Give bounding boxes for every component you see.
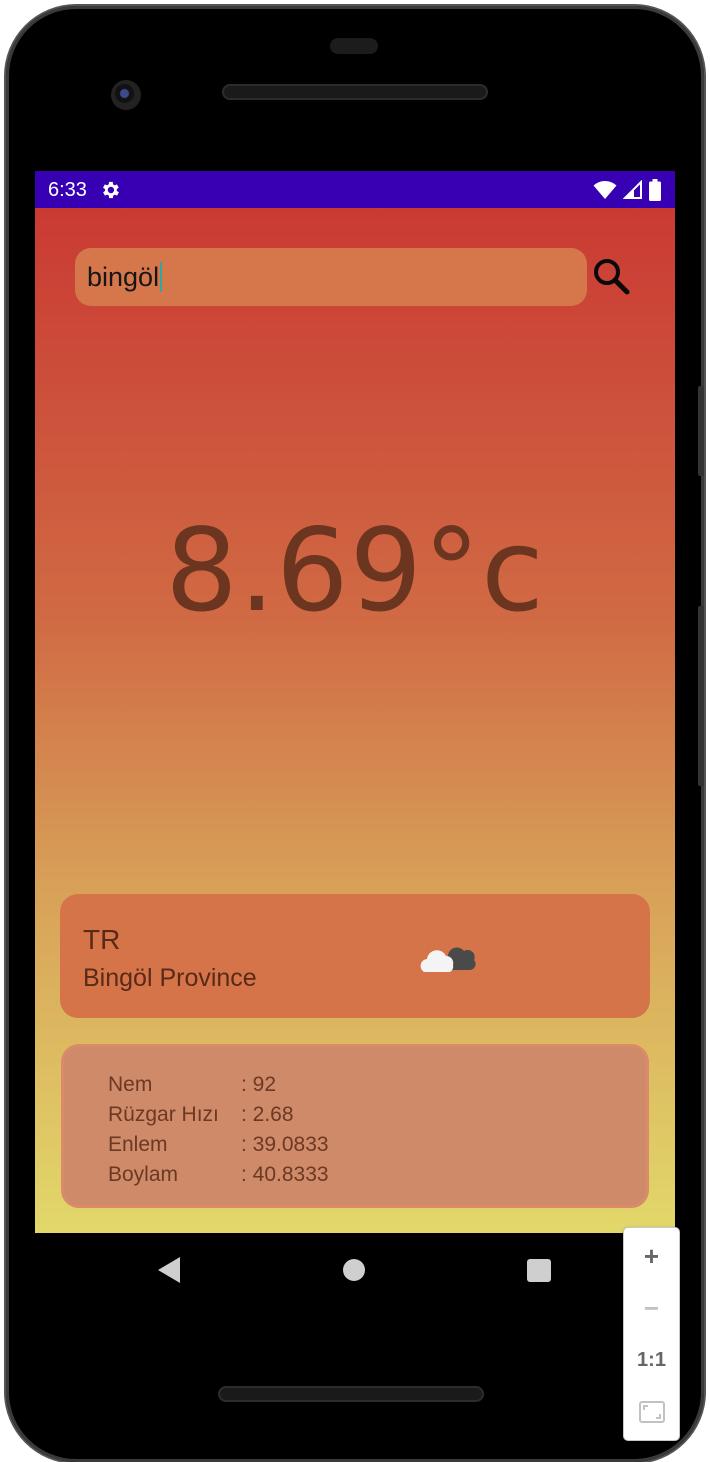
detail-value: : 40.8333 xyxy=(241,1163,329,1186)
province-name: Bingöl Province xyxy=(83,964,257,992)
power-button xyxy=(698,386,704,476)
gear-icon xyxy=(103,181,119,199)
status-time: 6:33 xyxy=(48,179,87,201)
fit-screen-icon xyxy=(638,1401,665,1423)
earpiece-speaker xyxy=(222,84,488,100)
cloud-icon xyxy=(420,947,476,972)
wifi-icon xyxy=(593,181,617,199)
temperature-display: 8.69°c xyxy=(165,504,545,637)
detail-value: : 2.68 xyxy=(241,1103,294,1126)
detail-value: : 92 xyxy=(241,1073,277,1096)
detail-value: : 39.0833 xyxy=(241,1133,329,1156)
bottom-speaker xyxy=(218,1386,484,1402)
weather-app: bingöl 8.69°c TR Bingöl Province Nem : 9… xyxy=(35,208,675,1233)
emulator-zoom-panel: + − 1:1 xyxy=(624,1228,679,1440)
detail-label: Boylam xyxy=(108,1163,179,1186)
front-camera xyxy=(111,80,141,110)
top-sensor xyxy=(330,38,378,54)
search-icon[interactable] xyxy=(591,256,631,296)
city-search-input[interactable]: bingöl xyxy=(75,248,587,306)
battery-icon xyxy=(649,179,661,201)
actual-size-button[interactable]: 1:1 xyxy=(624,1335,679,1385)
status-bar: 6:33 xyxy=(35,171,675,208)
search-input-value: bingöl xyxy=(87,261,160,292)
back-icon[interactable] xyxy=(156,1256,182,1284)
detail-label: Rüzgar Hızı xyxy=(108,1103,219,1126)
detail-label: Enlem xyxy=(108,1133,168,1156)
zoom-in-button[interactable]: + xyxy=(624,1231,679,1281)
fit-screen-button[interactable] xyxy=(624,1387,679,1437)
home-icon[interactable] xyxy=(343,1259,365,1281)
country-code: TR xyxy=(83,924,121,955)
location-card: TR Bingöl Province xyxy=(60,894,650,1018)
recents-icon[interactable] xyxy=(527,1259,551,1282)
volume-button xyxy=(698,606,704,786)
details-card: Nem : 92 Rüzgar Hızı : 2.68 Enlem : 39.0… xyxy=(61,1044,649,1208)
text-cursor xyxy=(160,262,163,292)
detail-label: Nem xyxy=(108,1073,153,1096)
zoom-out-button[interactable]: − xyxy=(624,1283,679,1333)
device-screen: 6:33 bingöl 8.69°c TR Bingöl Province Ne… xyxy=(35,171,675,1233)
status-icons xyxy=(593,178,661,202)
signal-icon xyxy=(623,180,642,199)
